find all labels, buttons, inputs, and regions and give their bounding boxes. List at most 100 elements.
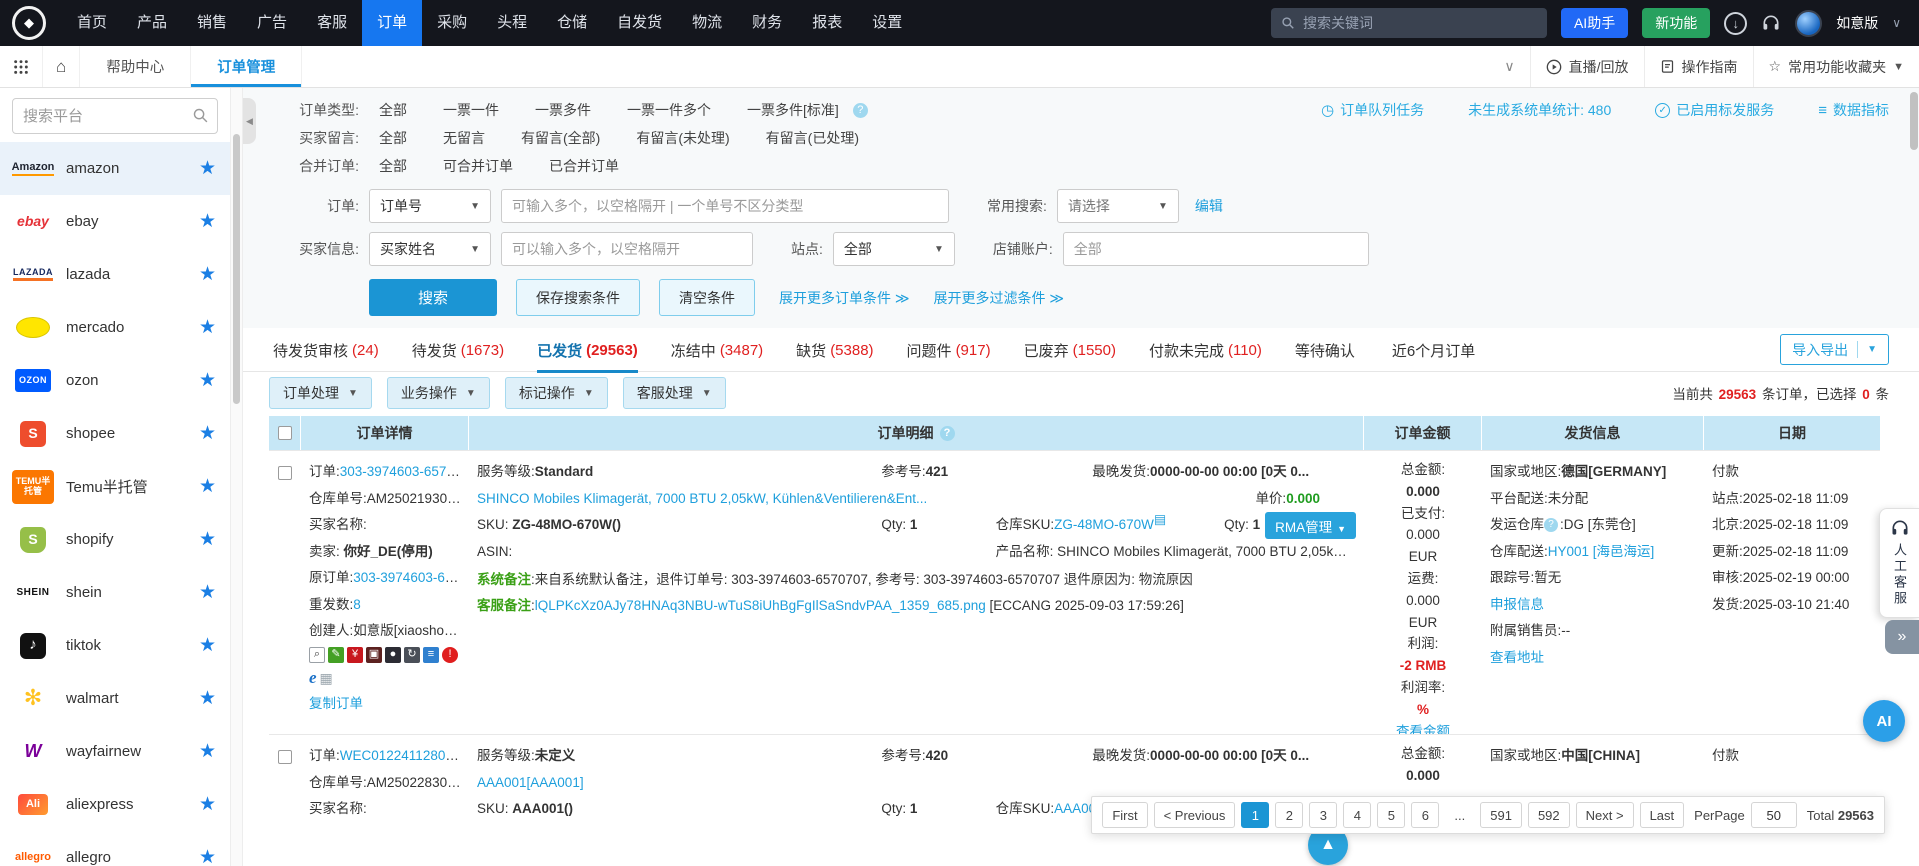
global-search-input[interactable] <box>1303 15 1537 31</box>
filter-option[interactable]: 无留言 <box>443 128 485 148</box>
main-menu-item[interactable]: 仓储 <box>542 0 602 46</box>
warehouse-sku-link[interactable]: ZG-48MO-670W <box>1054 517 1154 532</box>
shop-account-input[interactable] <box>1063 232 1369 266</box>
previous-page-button[interactable]: < Previous <box>1154 802 1236 828</box>
platform-item[interactable]: TEMU半托管 Temu半托管 ★ <box>0 460 230 513</box>
refresh-icon[interactable]: ↻ <box>404 647 420 663</box>
live-replay-link[interactable]: 直播/回放 <box>1530 46 1644 87</box>
main-menu-item[interactable]: 采购 <box>422 0 482 46</box>
copy-order-link[interactable]: 复制订单 <box>309 696 363 711</box>
order-queue-task-link[interactable]: ◷订单队列任务 <box>1321 100 1424 120</box>
next-page-button[interactable]: Next > <box>1576 802 1634 828</box>
new-features-button[interactable]: 新功能 <box>1642 8 1710 38</box>
bulk-action-button[interactable]: 订单处理▼ <box>269 377 372 409</box>
site-select[interactable]: 全部▼ <box>833 232 955 266</box>
data-metrics-link[interactable]: ≡数据指标 <box>1818 100 1889 120</box>
home-icon[interactable]: ⌂ <box>43 46 80 87</box>
save-search-button[interactable]: 保存搜索条件 <box>516 279 640 316</box>
ai-assistant-button[interactable]: AI助手 <box>1561 8 1628 38</box>
headset-support-icon[interactable] <box>1761 13 1781 33</box>
filter-option[interactable]: 已合并订单 <box>549 156 619 176</box>
order-number-input[interactable] <box>501 189 949 223</box>
favorite-star-icon[interactable]: ★ <box>199 263 216 286</box>
favorite-star-icon[interactable]: ★ <box>199 687 216 710</box>
page-button[interactable]: 2 <box>1275 802 1303 828</box>
browser-e-icon[interactable]: e <box>309 665 317 692</box>
main-menu-item[interactable]: 首页 <box>62 0 122 46</box>
edit-link[interactable]: 编辑 <box>1195 196 1223 216</box>
main-menu-item[interactable]: 头程 <box>482 0 542 46</box>
filter-option[interactable]: 有留言(全部) <box>521 128 600 148</box>
note-icon[interactable]: ≡ <box>423 647 439 663</box>
main-menu-item[interactable]: 产品 <box>122 0 182 46</box>
favorite-star-icon[interactable]: ★ <box>199 793 216 816</box>
user-avatar[interactable] <box>1795 10 1822 37</box>
clear-conditions-button[interactable]: 清空条件 <box>659 279 755 316</box>
alert-icon[interactable]: ! <box>442 647 458 663</box>
platform-item[interactable]: Ali aliexpress ★ <box>0 778 230 831</box>
main-menu-item[interactable]: 财务 <box>737 0 797 46</box>
filter-option[interactable]: 一票一件 <box>443 100 499 120</box>
favorite-star-icon[interactable]: ★ <box>199 316 216 339</box>
filter-option[interactable]: 全部 <box>379 156 407 176</box>
page-button[interactable]: 4 <box>1343 802 1371 828</box>
status-tab[interactable]: 冻结中 (3487) <box>671 328 763 372</box>
main-menu-item[interactable]: 客服 <box>302 0 362 46</box>
filter-option[interactable]: 有留言(未处理) <box>636 128 729 148</box>
status-tab[interactable]: 付款未完成 (110) <box>1149 328 1262 372</box>
filter-option[interactable]: 一票一件多个 <box>627 100 711 120</box>
platform-item[interactable]: ✻ walmart ★ <box>0 672 230 725</box>
status-tab[interactable]: 等待确认 <box>1295 328 1359 372</box>
last-page-button[interactable]: Last <box>1640 802 1685 828</box>
page-button[interactable]: 592 <box>1528 802 1570 828</box>
platform-item[interactable]: ebay ebay ★ <box>0 195 230 248</box>
filter-option[interactable]: 全部 <box>379 100 407 120</box>
main-menu-item[interactable]: 设置 <box>857 0 917 46</box>
favorite-star-icon[interactable]: ★ <box>199 740 216 763</box>
platform-item[interactable]: W wayfairnew ★ <box>0 725 230 778</box>
platform-item[interactable]: mercado ★ <box>0 301 230 354</box>
page-button[interactable]: 5 <box>1377 802 1405 828</box>
help-icon[interactable]: ? <box>940 426 955 441</box>
platform-item[interactable]: OZON ozon ★ <box>0 354 230 407</box>
tab-help-center[interactable]: 帮助中心 <box>80 46 191 87</box>
version-label[interactable]: 如意版 <box>1836 13 1878 33</box>
favorite-star-icon[interactable]: ★ <box>199 210 216 233</box>
page-button[interactable]: 3 <box>1309 802 1337 828</box>
select-all-checkbox[interactable] <box>278 426 292 440</box>
page-button[interactable]: 1 <box>1241 802 1269 828</box>
bag-icon[interactable]: ● <box>385 647 401 663</box>
chevron-down-icon[interactable]: ∨ <box>1892 16 1901 30</box>
favorite-star-icon[interactable]: ★ <box>199 528 216 551</box>
resend-count-link[interactable]: 8 <box>353 597 361 612</box>
unsynced-orders-stat[interactable]: 未生成系统单统计: 480 <box>1468 100 1611 120</box>
platform-item[interactable]: S shopee ★ <box>0 407 230 460</box>
row-checkbox[interactable] <box>278 750 292 764</box>
copy-icon[interactable]: ▤ <box>1154 512 1166 527</box>
grid-icon[interactable]: ▦ <box>320 665 333 692</box>
product-title-link[interactable]: AAA001[AAA001] <box>477 770 1356 797</box>
bulk-action-button[interactable]: 客服处理▼ <box>623 377 726 409</box>
status-tab[interactable]: 近6个月订单 <box>1392 328 1479 372</box>
page-scrollbar-thumb[interactable] <box>1910 92 1918 150</box>
edit-doc-icon[interactable]: ✎ <box>328 647 344 663</box>
more-filter-conditions-link[interactable]: 展开更多过滤条件 ≫ <box>934 288 1065 308</box>
collapse-chevron-icon[interactable]: ∨ <box>1489 46 1529 87</box>
page-button[interactable]: ... <box>1445 802 1474 828</box>
panel-expand-button[interactable]: » <box>1885 620 1919 654</box>
platform-item[interactable]: Amazon amazon ★ <box>0 142 230 195</box>
page-button[interactable]: 6 <box>1411 802 1439 828</box>
human-service-button[interactable]: 人工客服 <box>1879 508 1919 618</box>
favorite-star-icon[interactable]: ★ <box>199 581 216 604</box>
filter-option[interactable]: 可合并订单 <box>443 156 513 176</box>
product-title-link[interactable]: SHINCO Mobiles Klimagerät, 7000 BTU 2,05… <box>477 486 1255 513</box>
zoom-icon[interactable]: ⌕ <box>309 647 325 663</box>
ai-float-button[interactable]: AI <box>1863 700 1905 742</box>
favorite-star-icon[interactable]: ★ <box>199 157 216 180</box>
money-icon[interactable]: ¥ <box>347 647 363 663</box>
filter-option[interactable]: 有留言(已处理) <box>766 128 859 148</box>
platform-item[interactable]: allegro allegro ★ <box>0 831 230 866</box>
common-search-select[interactable]: 请选择▼ <box>1057 189 1179 223</box>
status-tab[interactable]: 待发货 (1673) <box>412 328 504 372</box>
row-checkbox[interactable] <box>278 466 292 480</box>
